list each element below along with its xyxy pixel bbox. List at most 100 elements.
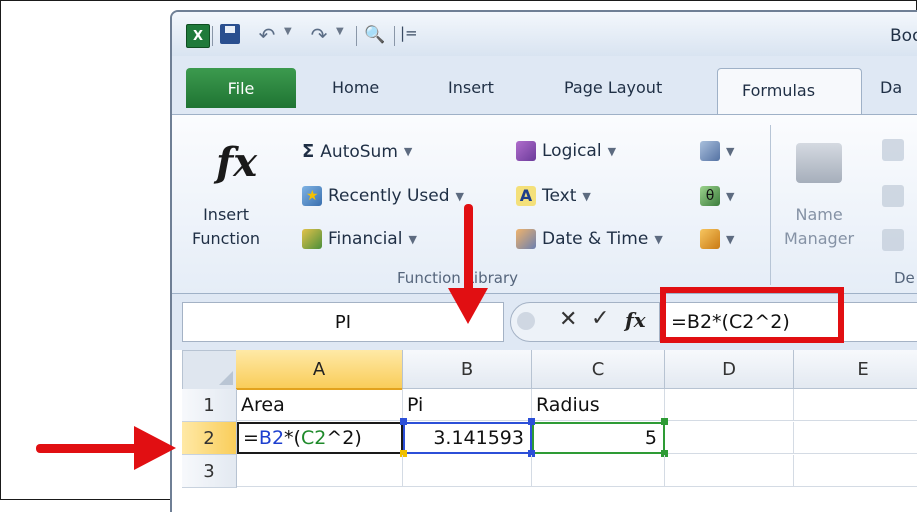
more-functions-icon <box>700 229 720 249</box>
enter-icon[interactable]: ✓ <box>591 306 609 331</box>
chevron-down-icon: ▼ <box>455 189 464 203</box>
chevron-down-icon: ▼ <box>654 232 663 246</box>
cell-b3[interactable] <box>403 455 532 487</box>
cell-e1[interactable] <box>794 389 917 421</box>
column-header-c[interactable]: C <box>532 350 665 389</box>
ref-c2: C2 <box>300 427 327 449</box>
undo-dropdown-icon[interactable]: ▼ <box>284 26 292 37</box>
range-handle[interactable] <box>528 418 535 425</box>
undo-icon[interactable]: ↶ <box>254 23 280 47</box>
use-in-formula-icon[interactable] <box>882 185 904 207</box>
range-handle[interactable] <box>400 418 407 425</box>
cell-a1[interactable]: Area <box>237 389 403 421</box>
cell-c1[interactable]: Radius <box>532 389 665 421</box>
cell-a2-active[interactable]: = B2 *(C2 ^2) <box>237 422 403 454</box>
chevron-down-icon: ▼ <box>726 232 735 246</box>
name-manager-button[interactable]: Name Manager <box>784 203 854 251</box>
lookup-reference-icon <box>700 141 720 161</box>
column-header-d[interactable]: D <box>665 350 794 389</box>
insert-function-icon[interactable]: fx <box>216 139 257 186</box>
name-box[interactable]: PI <box>182 302 504 342</box>
financial-button[interactable]: Financial ▼ <box>302 229 417 249</box>
range-handle[interactable] <box>661 418 668 425</box>
name-manager-label-1: Name <box>795 205 843 224</box>
date-time-button[interactable]: Date & Time ▼ <box>516 229 663 249</box>
sigma-icon: Σ <box>302 141 315 162</box>
define-name-icon[interactable] <box>882 139 904 161</box>
tab-page-layout[interactable]: Page Layout <box>564 78 662 97</box>
insert-function-button[interactable]: Insert Function <box>192 203 260 251</box>
financial-label: Financial <box>328 229 403 249</box>
select-all-corner[interactable] <box>182 350 238 390</box>
tab-data[interactable]: Da <box>880 78 902 97</box>
create-from-selection-icon[interactable] <box>882 229 904 251</box>
name-manager-icon[interactable] <box>796 143 842 183</box>
chevron-down-icon: ▼ <box>726 189 735 203</box>
tab-formulas-label: Formulas <box>742 81 816 100</box>
qat-separator <box>394 26 395 46</box>
tab-home[interactable]: Home <box>332 78 379 97</box>
ref-b2: B2 <box>258 427 285 449</box>
cell-b1[interactable]: Pi <box>403 389 532 421</box>
cell-c3[interactable] <box>532 455 665 487</box>
row-header-3[interactable]: 3 <box>182 455 237 488</box>
tab-insert[interactable]: Insert <box>448 78 494 97</box>
cell-c2[interactable]: 5 <box>532 422 665 454</box>
row-header-1[interactable]: 1 <box>182 389 237 422</box>
cell-d1[interactable] <box>665 389 794 421</box>
row-header-2[interactable]: 2 <box>182 422 237 455</box>
logical-label: Logical <box>542 141 602 161</box>
column-header-b[interactable]: B <box>403 350 532 389</box>
tab-formulas[interactable]: Formulas <box>717 68 862 116</box>
title-bar: X ↶ ▼ ↷ ▼ 🔍 |= Boo <box>172 12 917 56</box>
excel-logo-icon[interactable]: X <box>186 24 210 48</box>
column-header-e[interactable]: E <box>794 350 917 389</box>
cell-d2[interactable] <box>665 422 794 454</box>
lookup-reference-button[interactable]: ▼ <box>700 141 734 161</box>
chevron-down-icon: ▼ <box>582 189 591 203</box>
autosum-button[interactable]: Σ AutoSum ▼ <box>302 141 412 162</box>
more-functions-button[interactable]: ▼ <box>700 229 734 249</box>
chevron-down-icon: ▼ <box>726 144 735 158</box>
cell-e3[interactable] <box>794 455 917 487</box>
excel-window: X ↶ ▼ ↷ ▼ 🔍 |= Boo File Home Insert Page… <box>170 10 917 512</box>
redo-dropdown-icon[interactable]: ▼ <box>336 26 344 37</box>
formula-power: ^2) <box>326 427 362 449</box>
formula-mult: *( <box>284 427 301 449</box>
cell-b2[interactable]: 3.141593 <box>403 422 532 454</box>
date-time-icon <box>516 229 536 249</box>
print-preview-icon[interactable]: 🔍 <box>364 24 386 46</box>
qat-separator <box>212 26 213 46</box>
insert-function-label-1: Insert <box>203 205 249 224</box>
cancel-icon[interactable]: ✕ <box>559 307 577 332</box>
insert-function-fx-icon[interactable]: fx <box>625 308 646 332</box>
text-icon: A <box>516 186 536 206</box>
defined-names-group-label: De <box>894 269 915 287</box>
financial-icon <box>302 229 322 249</box>
qat-separator <box>356 26 357 46</box>
customize-icon[interactable]: |= <box>400 24 418 42</box>
math-trig-button[interactable]: θ ▼ <box>700 186 734 206</box>
logical-button[interactable]: Logical ▼ <box>516 141 616 161</box>
autosum-label: AutoSum <box>320 141 398 162</box>
formula-equals: = <box>243 427 259 449</box>
cell-e2[interactable] <box>794 422 917 454</box>
recently-used-button[interactable]: Recently Used ▼ <box>302 186 464 206</box>
ribbon-formulas: fx Insert Function Σ AutoSum ▼ Recently … <box>172 114 917 294</box>
recently-used-label: Recently Used <box>328 186 450 206</box>
cell-d3[interactable] <box>665 455 794 487</box>
red-arrow-down-shaft <box>464 204 473 296</box>
redo-icon[interactable]: ↷ <box>306 23 332 47</box>
save-icon[interactable] <box>220 24 240 44</box>
tab-file[interactable]: File <box>186 68 296 108</box>
formula-highlight-box <box>660 287 844 343</box>
function-library-group-label: Function Library <box>397 269 519 287</box>
text-button[interactable]: A Text ▼ <box>516 186 591 206</box>
column-header-a[interactable]: A <box>236 350 403 390</box>
insert-function-label-2: Function <box>192 229 261 248</box>
chevron-down-icon: ▼ <box>607 144 617 158</box>
chevron-down-icon: ▼ <box>403 145 413 158</box>
cell-a3[interactable] <box>237 455 403 487</box>
window-title: Boo <box>890 26 917 46</box>
expand-handle-icon[interactable] <box>517 312 535 330</box>
